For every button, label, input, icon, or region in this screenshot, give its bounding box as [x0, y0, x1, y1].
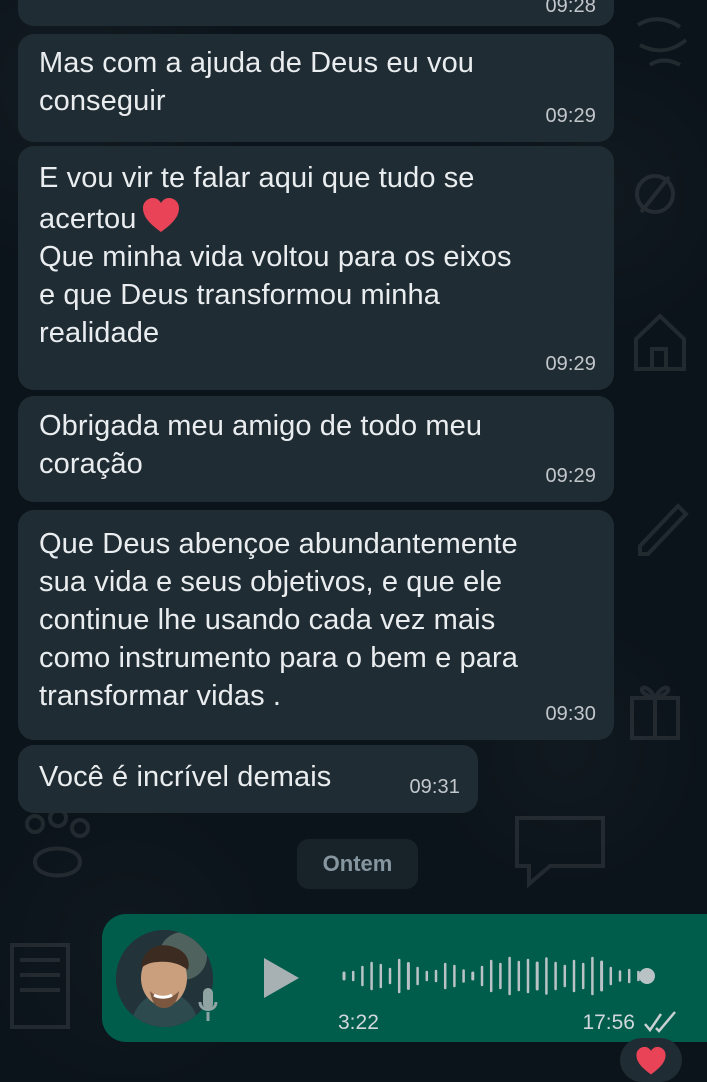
- message-bubble-4[interactable]: Que Deus abençoe abundantemente sua vida…: [18, 510, 614, 740]
- doodle-icon: [636, 17, 688, 67]
- waveform[interactable]: [340, 952, 670, 1000]
- double-check-icon: [644, 1011, 676, 1033]
- red-heart-icon: [636, 1046, 666, 1075]
- microphone-icon: [198, 988, 218, 1021]
- message-text: Mas com a ajuda de Deus eu vou conseguir: [39, 47, 475, 117]
- play-icon[interactable]: [260, 956, 302, 1000]
- message-time: 09:31: [409, 776, 460, 798]
- message-bubble-5[interactable]: Você é incrível demais 09:31: [18, 745, 478, 813]
- book-doodle-icon: [10, 943, 70, 1029]
- message-time: 09:29: [545, 353, 596, 375]
- date-separator: Ontem: [297, 839, 418, 889]
- message-text: Você é incrível demais: [39, 761, 332, 793]
- paw-doodle-icon: [25, 808, 90, 878]
- message-time: 09:30: [545, 703, 596, 725]
- message-text: E vou vir te falar aqui que tudo se acer…: [39, 159, 594, 352]
- message-time: 09:29: [545, 105, 596, 127]
- voice-message-bubble[interactable]: 3:22 17:56: [102, 914, 707, 1042]
- reaction-badge[interactable]: [620, 1038, 682, 1082]
- message-text: Obrigada meu amigo de todo meu coração: [39, 410, 483, 480]
- message-text-part-1: E vou vir te falar aqui que tudo se acer…: [39, 162, 475, 235]
- message-text-part-2: Que minha vida voltou para os eixos e qu…: [39, 241, 512, 349]
- red-heart-icon: [143, 198, 180, 232]
- message-time: 09:29: [545, 465, 596, 487]
- voice-time: 17:56: [582, 1011, 635, 1034]
- message-bubble-3[interactable]: Obrigada meu amigo de todo meu coração 0…: [18, 396, 614, 502]
- gift-doodle-icon: [630, 685, 680, 740]
- bubble-doodle-icon: [515, 816, 605, 889]
- message-time: 09:28: [545, 0, 596, 17]
- pencil-doodle-icon: [638, 503, 689, 556]
- message-text: Que Deus abençoe abundantemente sua vida…: [39, 528, 518, 712]
- doodle-icon: [635, 174, 675, 214]
- voice-duration: 3:22: [338, 1011, 379, 1034]
- message-bubble-2[interactable]: E vou vir te falar aqui que tudo se acer…: [18, 146, 614, 390]
- house-doodle-icon: [634, 313, 686, 371]
- message-bubble-1[interactable]: Mas com a ajuda de Deus eu vou conseguir…: [18, 34, 614, 142]
- playback-handle[interactable]: [639, 968, 655, 984]
- previous-message-bubble-partial: 09:28: [18, 0, 614, 26]
